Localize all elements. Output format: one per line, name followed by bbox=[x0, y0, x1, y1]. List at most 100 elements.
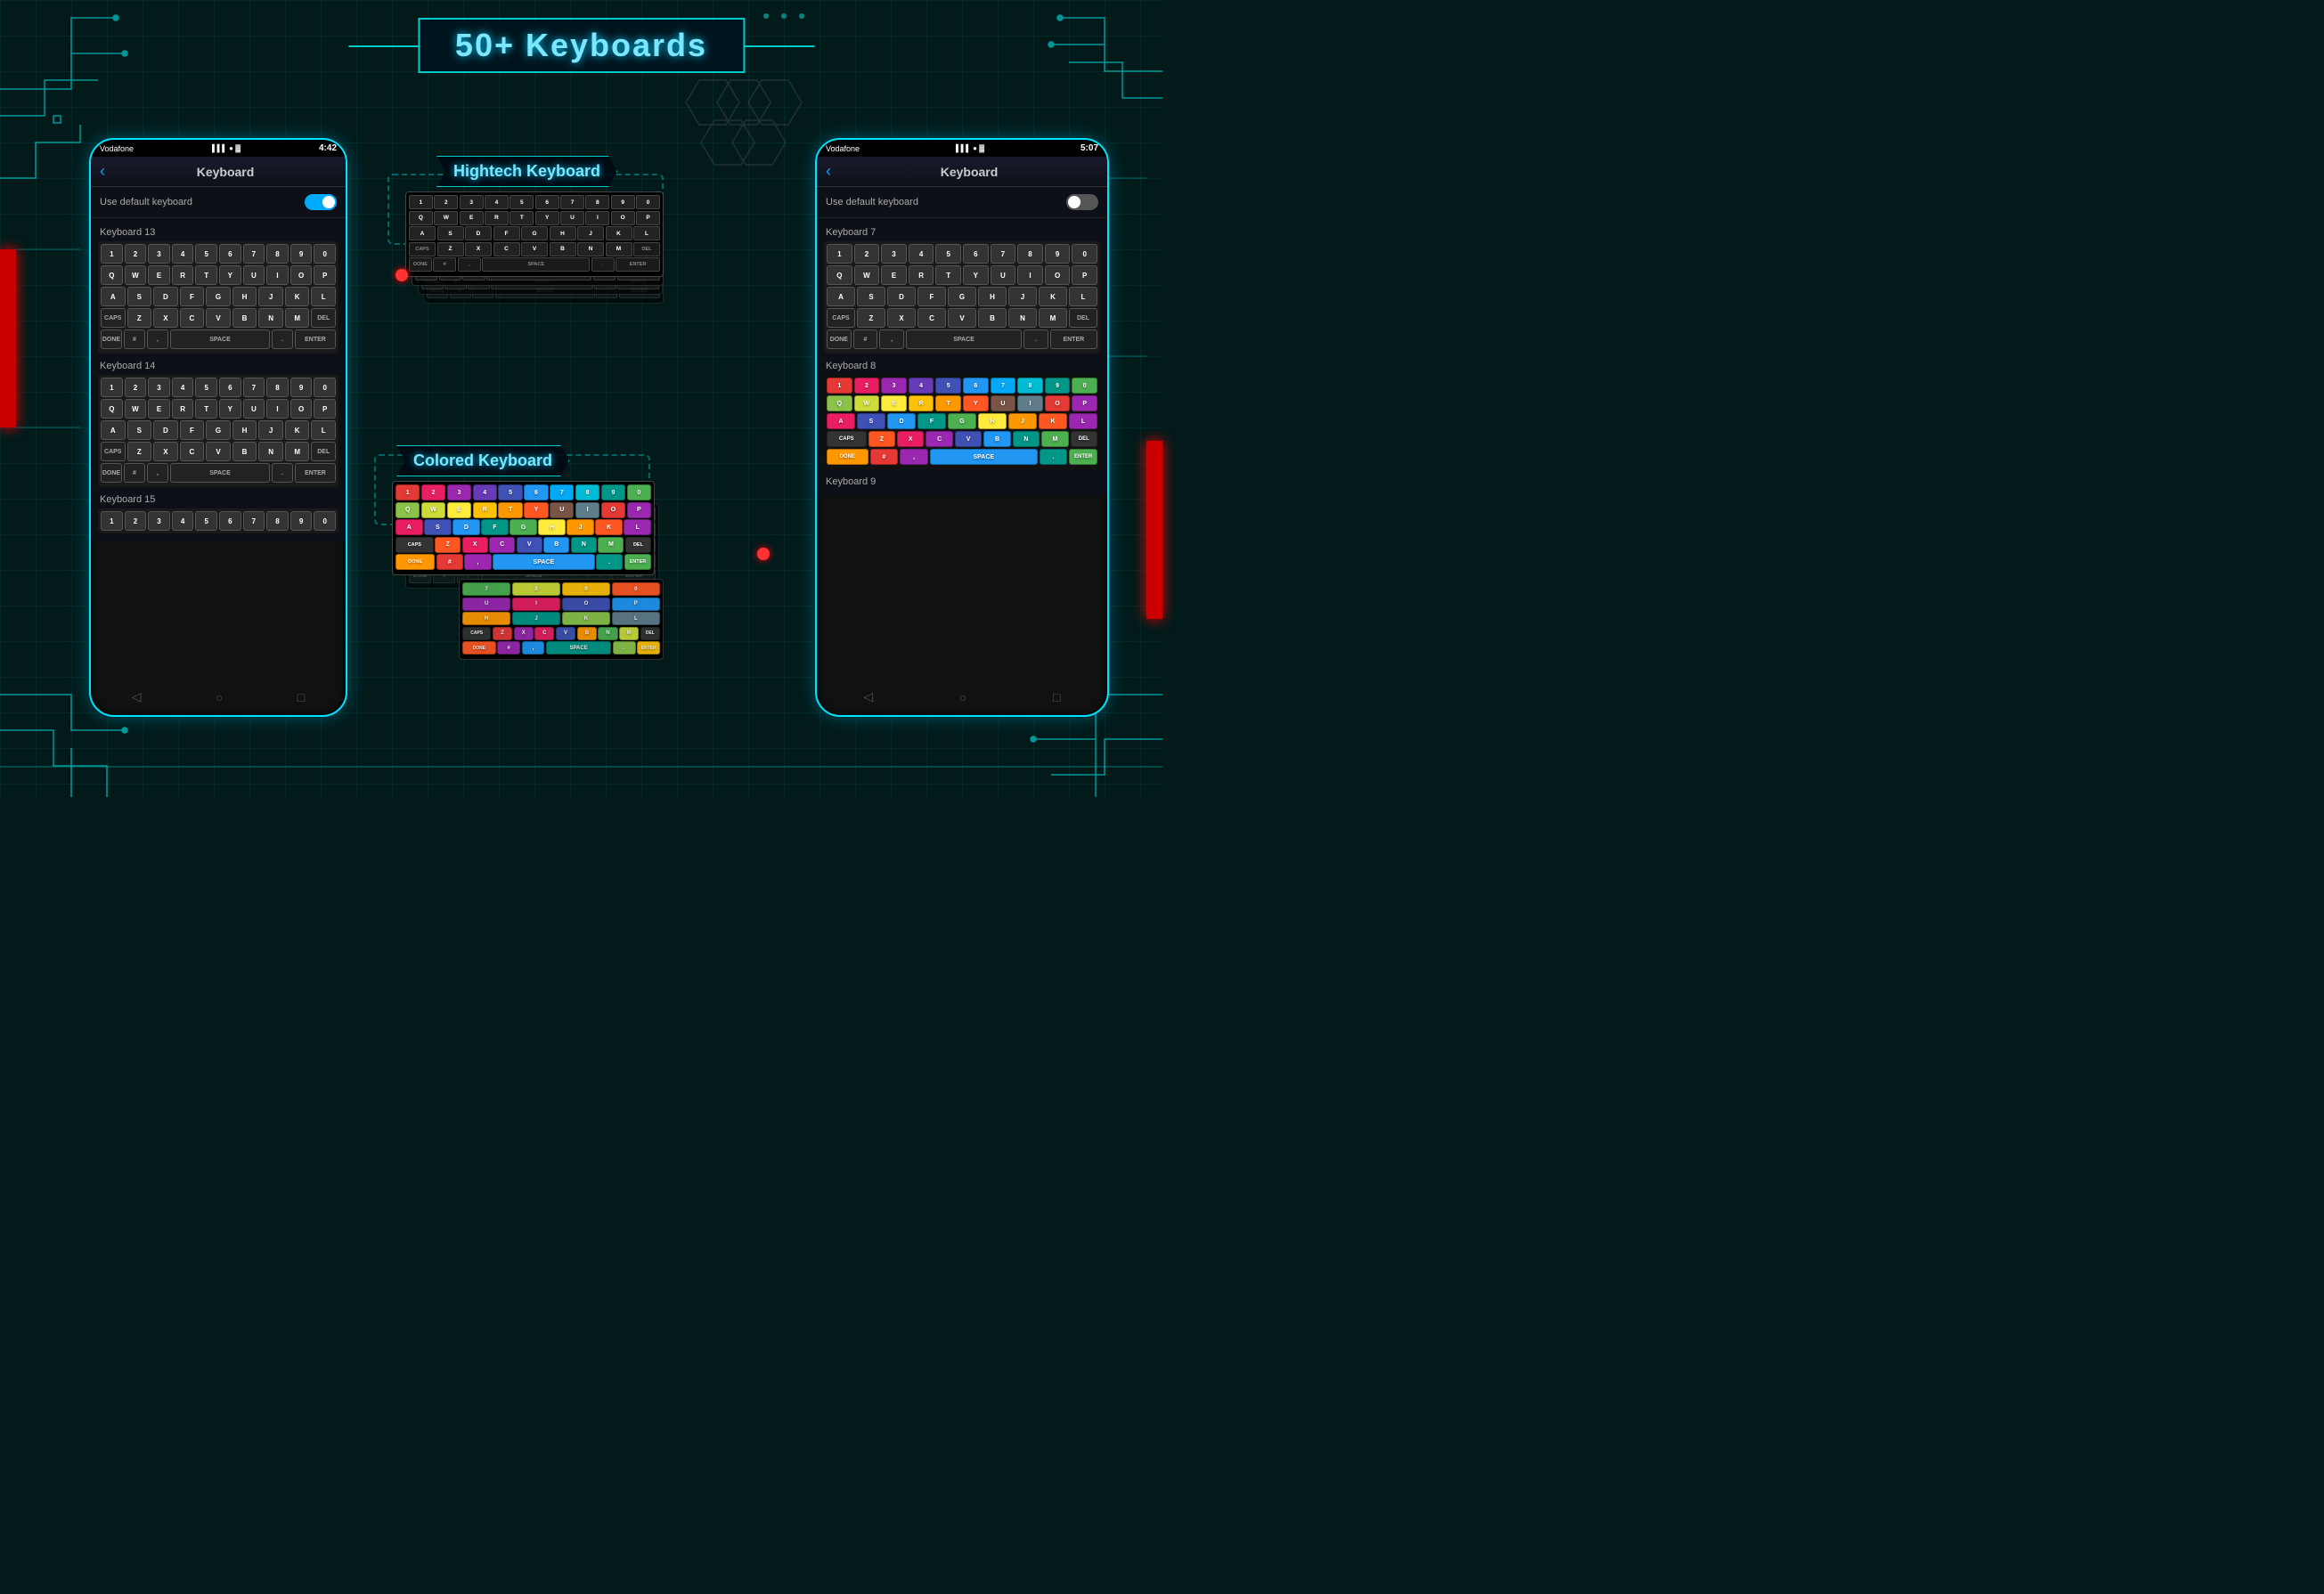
key-5[interactable]: 5 bbox=[195, 244, 217, 264]
key-c[interactable]: C bbox=[180, 308, 205, 328]
kb-header-left: ‹ Keyboard bbox=[91, 157, 346, 187]
keyboard-section-13[interactable]: 1234567890 QWERTYUIOP ASDFGHJKL CAPSZXCV… bbox=[98, 241, 338, 354]
key-v[interactable]: V bbox=[206, 308, 231, 328]
toggle-label-left: Use default keyboard bbox=[100, 197, 192, 207]
key-e[interactable]: E bbox=[148, 265, 170, 285]
title-area: 50+ Keyboards bbox=[418, 18, 745, 73]
toggle-row-left: Use default keyboard bbox=[91, 187, 346, 218]
phone-nav-left: ◁ ○ □ bbox=[91, 686, 346, 708]
time-right: 5:07 bbox=[1080, 143, 1098, 153]
key-done-13[interactable]: DONE bbox=[101, 329, 122, 349]
key-enter-13[interactable]: ENTER bbox=[295, 329, 336, 349]
key-8[interactable]: 8 bbox=[266, 244, 289, 264]
kb-section-8-title: Keyboard 8 bbox=[824, 357, 1100, 375]
hightech-caps-key[interactable]: CAPS bbox=[409, 242, 436, 256]
key-s[interactable]: S bbox=[127, 287, 152, 306]
back-button-right[interactable]: ‹ bbox=[826, 162, 831, 181]
hightech-keyboard-stack: 1234567890 QWERTYUIOP ASDFGHJKL CAPSZXCV… bbox=[405, 191, 681, 405]
colored-caps-key[interactable]: CAPS bbox=[395, 537, 434, 553]
toggle-row-right: Use default keyboard bbox=[817, 187, 1107, 218]
nav-back-icon-right[interactable]: ◁ bbox=[863, 689, 873, 704]
key-j[interactable]: J bbox=[258, 287, 283, 306]
key-comma-13[interactable]: , bbox=[147, 329, 168, 349]
key-x[interactable]: X bbox=[153, 308, 178, 328]
colored-label: Colored Keyboard bbox=[396, 445, 569, 476]
key-9[interactable]: 9 bbox=[290, 244, 313, 264]
key-7[interactable]: 7 bbox=[243, 244, 265, 264]
key-m[interactable]: M bbox=[285, 308, 310, 328]
keyboard-list-right: Keyboard 7 1234567890 QWERTYUIOP ASDFGHJ… bbox=[817, 218, 1107, 496]
keyboard-section-15[interactable]: 1234567890 bbox=[98, 508, 338, 533]
key-1[interactable]: 1 bbox=[101, 244, 123, 264]
key-o[interactable]: O bbox=[290, 265, 313, 285]
status-bar-right: Vodafone ▌▌▌ ● ▓ 5:07 bbox=[817, 140, 1107, 157]
key-del-13[interactable]: DEL bbox=[311, 308, 336, 328]
key-y[interactable]: Y bbox=[219, 265, 241, 285]
toggle-right[interactable] bbox=[1066, 194, 1098, 210]
nav-home-icon-left[interactable]: ○ bbox=[216, 690, 223, 704]
hightech-kb-front: 1234567890 QWERTYUIOP ASDFGHJKL CAPSZXCV… bbox=[405, 191, 664, 270]
keyboard-section-7[interactable]: 1234567890 QWERTYUIOP ASDFGHJKL CAPSZXCV… bbox=[824, 241, 1100, 354]
key-t[interactable]: T bbox=[195, 265, 217, 285]
toggle-label-right: Use default keyboard bbox=[826, 197, 918, 207]
keyboard-section-14[interactable]: 1234567890 QWERTYUIOP ASDFGHJKL CAPSZXCV… bbox=[98, 375, 338, 487]
key-4[interactable]: 4 bbox=[172, 244, 194, 264]
key-caps-8[interactable]: CAPS bbox=[827, 431, 867, 447]
key-hash-13[interactable]: # bbox=[124, 329, 145, 349]
nav-back-icon-left[interactable]: ◁ bbox=[132, 689, 142, 704]
key-r[interactable]: R bbox=[172, 265, 194, 285]
kb-header-right: ‹ Keyboard bbox=[817, 157, 1107, 187]
key-caps-14[interactable]: CAPS bbox=[101, 442, 126, 461]
key-p[interactable]: P bbox=[314, 265, 336, 285]
key-z[interactable]: Z bbox=[127, 308, 152, 328]
key-l[interactable]: L bbox=[311, 287, 336, 306]
key-b[interactable]: B bbox=[232, 308, 257, 328]
colored-keyboard-stack: 1234567890 QWERTYUIOP ASDFGHJKL CAPSZXCV… bbox=[392, 481, 668, 757]
nav-recent-icon-right[interactable]: □ bbox=[1053, 690, 1060, 704]
phone-nav-right: ◁ ○ □ bbox=[817, 686, 1107, 708]
key-0[interactable]: 0 bbox=[314, 244, 336, 264]
title-box: 50+ Keyboards bbox=[418, 18, 745, 73]
key-i[interactable]: I bbox=[266, 265, 289, 285]
key-dot-13[interactable]: . bbox=[272, 329, 293, 349]
kb-title-right: Keyboard bbox=[840, 165, 1098, 179]
kb-section-7-title: Keyboard 7 bbox=[824, 224, 1100, 241]
keyboard-section-8[interactable]: 1 2 3 4 5 6 7 8 9 0 Q W E R T Y U I O bbox=[824, 375, 1100, 469]
key-3[interactable]: 3 bbox=[148, 244, 170, 264]
key-w[interactable]: W bbox=[125, 265, 147, 285]
nav-recent-icon-left[interactable]: □ bbox=[298, 690, 305, 704]
nav-home-icon-right[interactable]: ○ bbox=[959, 690, 966, 704]
carrier-right: Vodafone bbox=[826, 144, 860, 153]
key-d[interactable]: D bbox=[153, 287, 178, 306]
kb-section-14-title: Keyboard 14 bbox=[98, 357, 338, 375]
key-6[interactable]: 6 bbox=[219, 244, 241, 264]
key-2[interactable]: 2 bbox=[125, 244, 147, 264]
connection-dot-colored bbox=[757, 548, 770, 560]
toggle-knob-right bbox=[1068, 196, 1080, 208]
toggle-left[interactable] bbox=[305, 194, 337, 210]
back-button-left[interactable]: ‹ bbox=[100, 162, 105, 181]
colored-kb-extra: 7 8 9 0 U I O P H J K L CA bbox=[459, 579, 664, 653]
colored-label-text: Colored Keyboard bbox=[396, 445, 569, 476]
kb-title-left: Keyboard bbox=[114, 165, 337, 179]
hightech-label-text: Hightech Keyboard bbox=[436, 156, 617, 187]
colored-kb-front: 1 2 3 4 5 6 7 8 9 0 Q W E R T Y bbox=[392, 481, 655, 568]
red-accent-right bbox=[1146, 441, 1162, 619]
keyboard-list-left: Keyboard 13 1234567890 QWERTYUIOP ASDFGH… bbox=[91, 218, 346, 542]
key-q[interactable]: Q bbox=[101, 265, 123, 285]
kb-section-9-title: Keyboard 9 bbox=[824, 473, 1100, 491]
key-a[interactable]: A bbox=[101, 287, 126, 306]
red-accent-left bbox=[0, 249, 16, 427]
key-g[interactable]: G bbox=[206, 287, 231, 306]
key-k[interactable]: K bbox=[285, 287, 310, 306]
carrier-left: Vodafone bbox=[100, 144, 134, 153]
key-f[interactable]: F bbox=[180, 287, 205, 306]
main-title: 50+ Keyboards bbox=[455, 27, 707, 63]
phone-right: Vodafone ▌▌▌ ● ▓ 5:07 ‹ Keyboard Use def… bbox=[815, 138, 1109, 717]
key-caps-13[interactable]: CAPS bbox=[101, 308, 126, 328]
key-caps-7[interactable]: CAPS bbox=[827, 308, 855, 328]
key-n[interactable]: N bbox=[258, 308, 283, 328]
key-u[interactable]: U bbox=[243, 265, 265, 285]
key-space-13[interactable]: SPACE bbox=[170, 329, 270, 349]
key-h[interactable]: H bbox=[232, 287, 257, 306]
